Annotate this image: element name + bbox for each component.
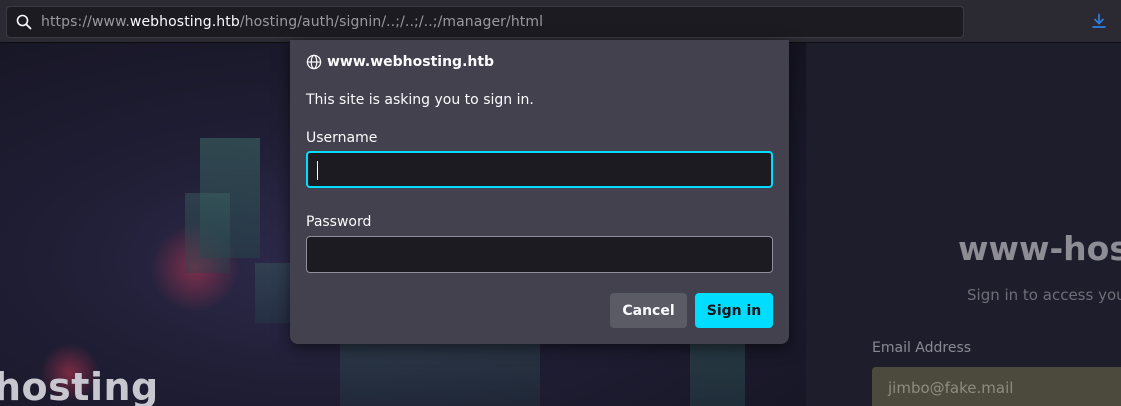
url-prefix: https://www. (41, 14, 130, 30)
hero-heading: hosting (0, 365, 159, 406)
auth-dialog: www.webhosting.htb This site is asking y… (290, 40, 789, 344)
dialog-message: This site is asking you to sign in. (306, 92, 534, 108)
username-field[interactable] (306, 151, 773, 188)
url-host: webhosting.htb (129, 14, 240, 30)
browser-toolbar: https://www.webhosting.htb/hosting/auth/… (0, 0, 1121, 43)
dialog-origin-text: www.webhosting.htb (327, 54, 495, 70)
hero-server-block (185, 193, 230, 273)
dialog-origin: www.webhosting.htb (306, 54, 494, 70)
globe-icon (306, 54, 322, 70)
password-field[interactable] (306, 236, 773, 273)
text-caret (317, 161, 318, 180)
hero-platform (340, 343, 540, 406)
sign-in-button[interactable]: Sign in (695, 293, 773, 328)
cancel-button[interactable]: Cancel (610, 293, 687, 328)
brand-title: www-hos (958, 229, 1121, 268)
username-label: Username (306, 130, 378, 146)
url-text[interactable]: https://www.webhosting.htb/hosting/auth/… (41, 14, 543, 30)
search-icon (15, 13, 33, 31)
email-placeholder: jimbo@fake.mail (888, 379, 1014, 397)
brand-subtitle: Sign in to access your (967, 286, 1121, 304)
address-bar[interactable]: https://www.webhosting.htb/hosting/auth/… (6, 6, 964, 38)
email-label: Email Address (872, 340, 972, 356)
url-path: /hosting/auth/signin/..;/..;/..;/manager… (239, 14, 544, 30)
password-label: Password (306, 214, 372, 230)
email-field[interactable]: jimbo@fake.mail (872, 367, 1121, 406)
login-panel: www-hos Sign in to access your Email Add… (806, 43, 1121, 406)
download-icon[interactable] (1089, 11, 1109, 31)
